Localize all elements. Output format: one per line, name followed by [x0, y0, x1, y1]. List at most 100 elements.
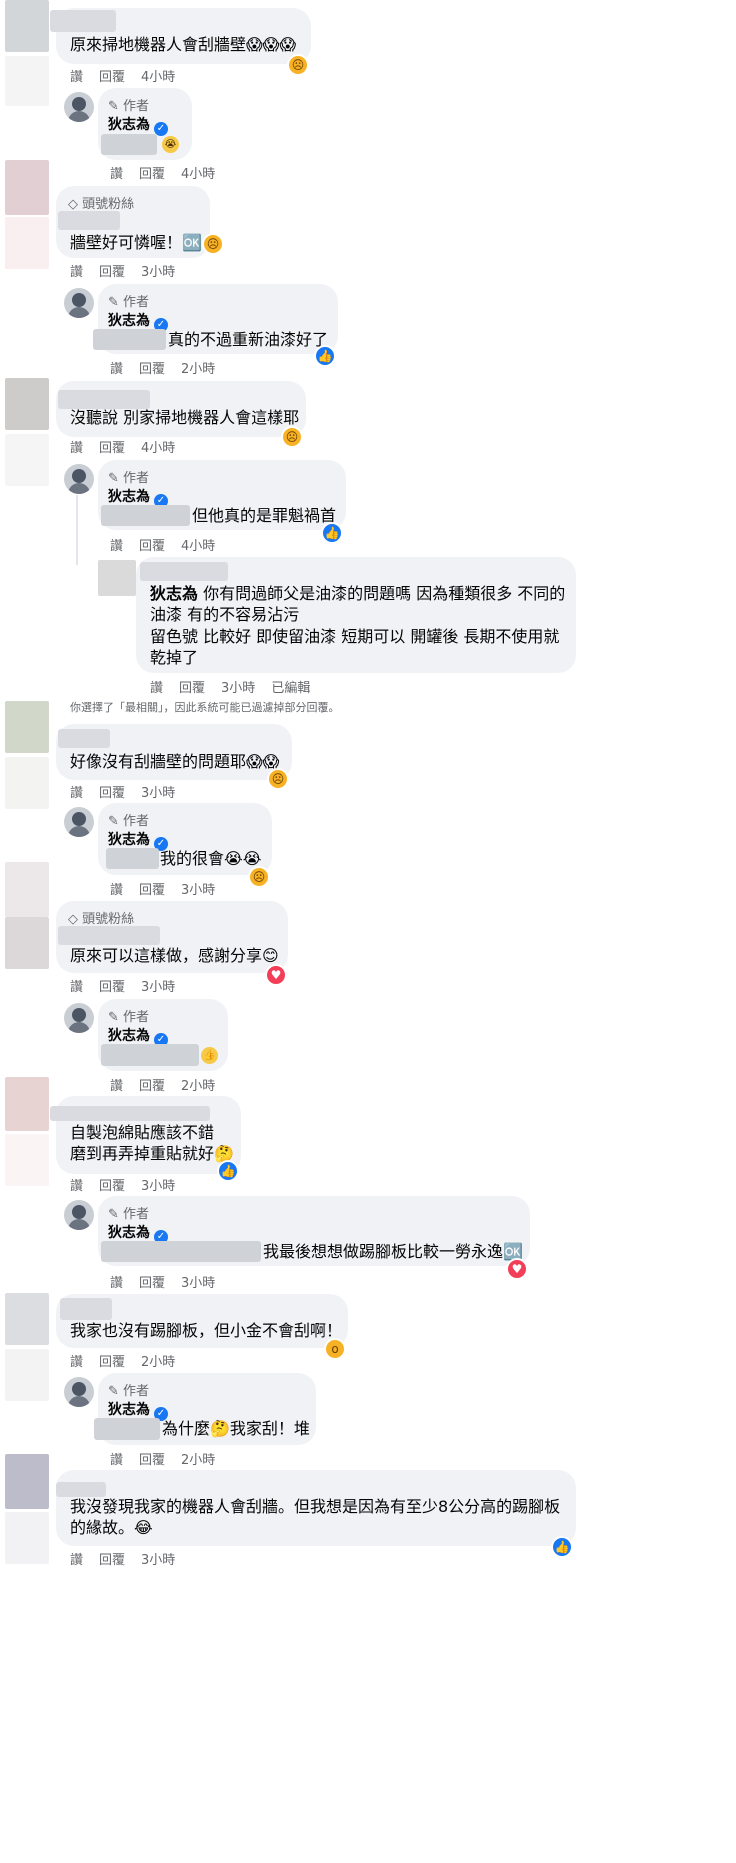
avatar[interactable] — [5, 378, 49, 430]
author-avatar[interactable] — [64, 92, 94, 122]
avatar[interactable] — [98, 560, 136, 596]
mention-tag[interactable] — [93, 329, 166, 350]
mention-author[interactable]: 狄志為 — [150, 584, 198, 603]
commenter-name[interactable] — [58, 926, 160, 945]
like-link[interactable]: 讚 — [70, 437, 83, 456]
avatar[interactable] — [5, 862, 49, 917]
sad-reaction-icon[interactable]: ☹ — [267, 768, 289, 790]
author-avatar[interactable] — [64, 1200, 94, 1230]
like-link[interactable]: 讚 — [150, 677, 163, 696]
like-reaction-icon[interactable]: 👍 — [551, 1536, 573, 1558]
timestamp[interactable]: 3小時 — [221, 677, 255, 696]
sad-reaction-icon[interactable]: ☹ — [248, 866, 270, 888]
timestamp[interactable]: 3小時 — [141, 976, 175, 995]
timestamp[interactable]: 3小時 — [141, 1549, 175, 1568]
author-avatar[interactable] — [64, 464, 94, 494]
edited-label: 已編輯 — [271, 681, 311, 696]
like-link[interactable]: 讚 — [110, 879, 123, 898]
reply-link[interactable]: 回覆 — [139, 535, 165, 554]
reply-link[interactable]: 回覆 — [139, 358, 165, 377]
like-reaction-icon[interactable]: 👍 — [217, 1160, 239, 1182]
reply-link[interactable]: 回覆 — [139, 1075, 165, 1094]
timestamp[interactable]: 3小時 — [141, 1175, 175, 1194]
mention-tag[interactable] — [101, 134, 157, 155]
timestamp[interactable]: 2小時 — [141, 1351, 175, 1370]
timestamp[interactable]: 2小時 — [181, 1075, 215, 1094]
commenter-name[interactable] — [140, 562, 228, 581]
author-avatar[interactable] — [64, 807, 94, 837]
reply-link[interactable]: 回覆 — [99, 437, 125, 456]
reply-link[interactable]: 回覆 — [179, 677, 205, 696]
timestamp[interactable]: 3小時 — [181, 1272, 215, 1291]
sad-reaction-icon[interactable]: ☹ — [202, 233, 224, 255]
like-reaction-icon[interactable]: 👍 — [321, 522, 343, 544]
like-link[interactable]: 讚 — [70, 782, 83, 801]
commenter-name[interactable] — [58, 211, 120, 230]
like-link[interactable]: 讚 — [110, 358, 123, 377]
pencil-icon: ✎ — [108, 471, 124, 486]
author-avatar[interactable] — [64, 1003, 94, 1033]
timestamp[interactable]: 3小時 — [141, 782, 175, 801]
avatar[interactable] — [5, 701, 49, 753]
reply-link[interactable]: 回覆 — [99, 1175, 125, 1194]
sad-reaction-icon[interactable]: ☹ — [281, 426, 303, 448]
mention-tag[interactable] — [101, 505, 190, 526]
reply-link[interactable]: 回覆 — [99, 976, 125, 995]
commenter-name[interactable] — [60, 1298, 112, 1320]
timestamp[interactable]: 4小時 — [181, 163, 215, 182]
timestamp[interactable]: 2小時 — [181, 358, 215, 377]
avatar[interactable] — [5, 1293, 49, 1345]
like-link[interactable]: 讚 — [70, 1549, 83, 1568]
like-link[interactable]: 讚 — [70, 976, 83, 995]
timestamp[interactable]: 4小時 — [181, 535, 215, 554]
commenter-name[interactable] — [50, 1106, 210, 1121]
like-link[interactable]: 讚 — [110, 1075, 123, 1094]
reply-link[interactable]: 回覆 — [99, 1549, 125, 1568]
like-link[interactable]: 讚 — [70, 1175, 83, 1194]
reply-actions: 讚 回覆 4小時 — [110, 163, 215, 182]
timestamp[interactable]: 2小時 — [181, 1449, 215, 1468]
reply-link[interactable]: 回覆 — [139, 879, 165, 898]
avatar[interactable] — [5, 160, 49, 215]
avatar[interactable] — [5, 1077, 49, 1131]
like-link[interactable]: 讚 — [70, 1351, 83, 1370]
love-reaction-icon[interactable]: ♥ — [506, 1258, 528, 1280]
mention-tag[interactable] — [106, 848, 159, 869]
author-avatar[interactable] — [64, 1377, 94, 1407]
reply-link[interactable]: 回覆 — [99, 782, 125, 801]
timestamp[interactable]: 3小時 — [181, 879, 215, 898]
author-badge: ✎ 作者 — [108, 814, 150, 829]
author-avatar[interactable] — [64, 288, 94, 318]
wow-reaction-icon[interactable]: o — [324, 1338, 346, 1360]
mention-tag[interactable] — [101, 1241, 261, 1262]
like-link[interactable]: 讚 — [70, 261, 83, 280]
reply-link[interactable]: 回覆 — [139, 1449, 165, 1468]
mention-tag[interactable] — [94, 1418, 160, 1440]
timestamp[interactable]: 4小時 — [141, 437, 175, 456]
mention-tag[interactable] — [101, 1044, 199, 1066]
comment-text-line2: 磨到再弄掉重貼就好🤔 — [70, 1144, 234, 1163]
commenter-name[interactable] — [58, 729, 110, 748]
timestamp[interactable]: 3小時 — [141, 261, 175, 280]
like-link[interactable]: 讚 — [110, 1272, 123, 1291]
reply-link[interactable]: 回覆 — [139, 1272, 165, 1291]
commenter-name[interactable] — [56, 1482, 106, 1497]
avatar[interactable] — [5, 1454, 49, 1509]
sad-reaction-icon[interactable]: ☹ — [287, 54, 309, 76]
author-name[interactable]: 狄志為 ✓ — [108, 114, 168, 136]
like-link[interactable]: 讚 — [110, 535, 123, 554]
avatar-shadow — [5, 434, 49, 486]
like-link[interactable]: 讚 — [70, 66, 83, 85]
reply-link[interactable]: 回覆 — [99, 261, 125, 280]
comment-text: 原來可以這樣做，感謝分享😊 — [70, 946, 279, 965]
like-link[interactable]: 讚 — [110, 163, 123, 182]
reply-link[interactable]: 回覆 — [99, 66, 125, 85]
like-link[interactable]: 讚 — [110, 1449, 123, 1468]
like-reaction-icon[interactable]: 👍 — [314, 345, 336, 367]
timestamp[interactable]: 4小時 — [141, 66, 175, 85]
love-reaction-icon[interactable]: ♥ — [265, 964, 287, 986]
commenter-name[interactable] — [50, 10, 116, 32]
avatar[interactable] — [5, 0, 49, 52]
reply-link[interactable]: 回覆 — [99, 1351, 125, 1370]
reply-link[interactable]: 回覆 — [139, 163, 165, 182]
